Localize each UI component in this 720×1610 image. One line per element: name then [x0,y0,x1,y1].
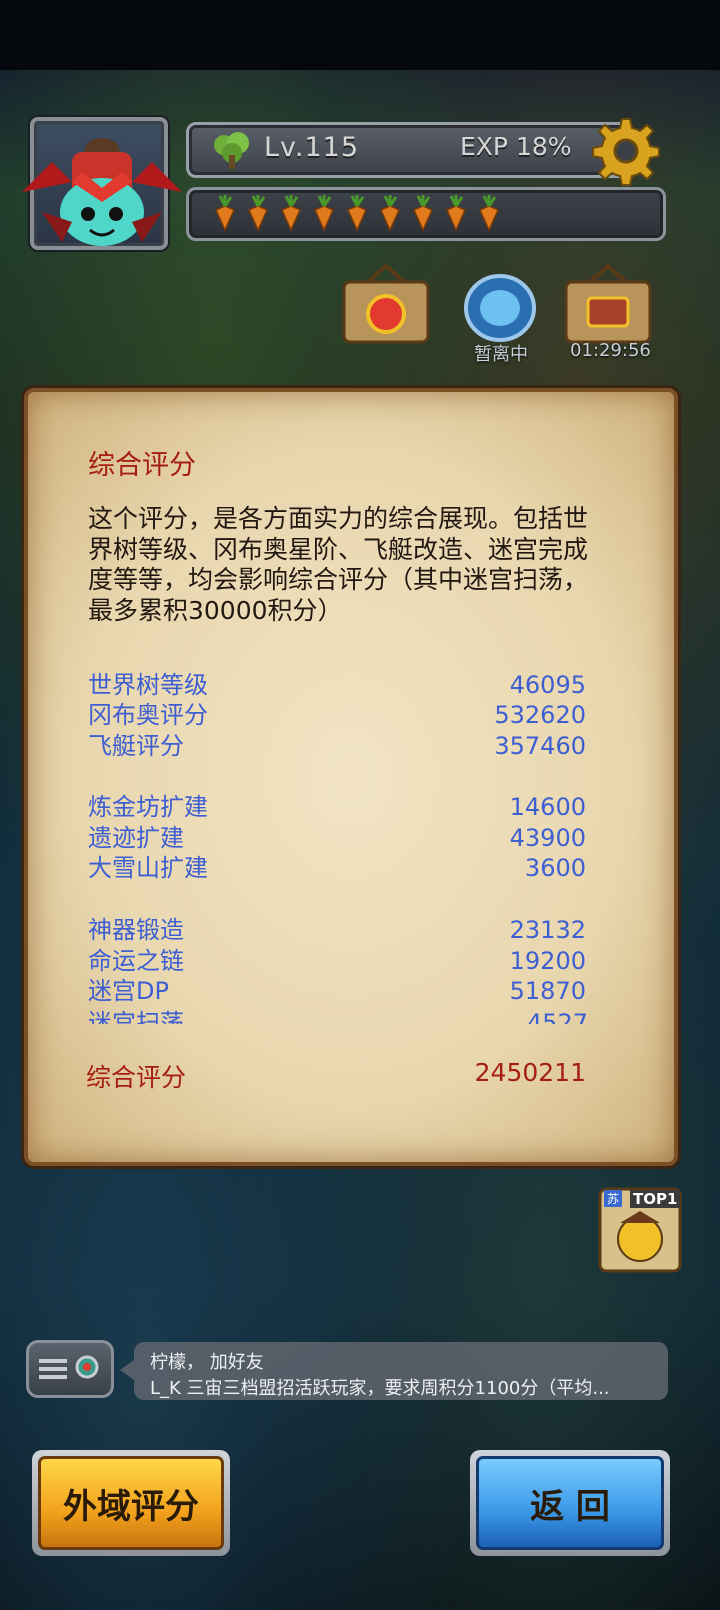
score-row-value: 4527 [526,1009,588,1024]
score-row-value: 46095 [509,671,586,699]
rune-building-icon[interactable] [338,262,434,348]
total-score-value: 2450211 [474,1058,586,1087]
chat-radio-icon [39,1355,99,1379]
score-row-value: 51870 [509,977,586,1005]
carrot-icon [479,195,499,232]
chest-timer: 01:29:56 [570,340,651,361]
treasure-chest-icon[interactable] [560,262,656,348]
carrot-icon [314,195,334,232]
score-row-value: 23132 [509,916,586,944]
score-row-value: 43900 [509,824,586,852]
score-row-value: 3600 [524,854,586,882]
score-row-label: 大雪山扩建 [88,854,208,882]
total-score-label: 综合评分 [86,1063,187,1092]
chat-button[interactable] [26,1340,114,1398]
portal-icon[interactable] [458,268,542,344]
carrot-icon [248,195,268,232]
score-row-label: 世界树等级 [88,671,208,699]
top-badge-label: TOP1 [630,1190,681,1208]
chat-message-line: L_K 三宙三档盟招活跃玩家，要求周积分1100分（平均... [150,1378,610,1399]
carrot-icon [380,195,400,232]
carrot-icon [446,195,466,232]
carrot-list [210,194,505,232]
panel-description: 这个评分，是各方面实力的综合展现。包括世界树等级、冈布奥星阶、飞艇改造、迷宫完成… [88,504,589,625]
portal-status-label: 暂离中 [474,344,528,365]
world-tree-icon [214,132,249,169]
score-row-label: 飞艇评分 [88,732,184,760]
exp-percent: EXP 18% [460,132,572,161]
back-button[interactable]: 返 回 [470,1450,670,1556]
player-level: Lv.115 [264,132,360,163]
score-row-label: 迷宫DP [88,977,169,1005]
carrot-icon [347,195,367,232]
score-row-label: 冈布奥评分 [88,701,208,729]
outer-score-button[interactable]: 外域评分 [32,1450,230,1556]
score-row-value: 357460 [494,732,586,760]
score-row-value: 532620 [494,701,586,729]
chat-message-line: 柠檬， 加好友 [150,1352,264,1373]
score-row-label: 遗迹扩建 [88,824,184,852]
score-row-label: 命运之链 [88,947,184,975]
score-list-clipped-row: 迷宫扫荡 4527 [88,1008,588,1024]
score-row-label: 迷宫扫荡 [88,1009,184,1024]
panel-title: 综合评分 [88,450,196,481]
player-avatar-icon[interactable] [12,122,192,262]
outer-score-button-label: 外域评分 [38,1456,224,1550]
score-row-value: 19200 [509,947,586,975]
settings-gear-icon[interactable] [590,115,662,187]
score-row-label: 神器锻造 [88,916,184,944]
carrot-icon [215,195,235,232]
back-button-label: 返 回 [476,1456,664,1550]
carrot-icon [281,195,301,232]
status-bar-area [0,0,720,70]
score-row-label: 炼金坊扩建 [88,793,208,821]
top-badge-tag: 苏 [604,1190,623,1207]
carrot-icon [413,195,433,232]
score-row-value: 14600 [509,793,586,821]
